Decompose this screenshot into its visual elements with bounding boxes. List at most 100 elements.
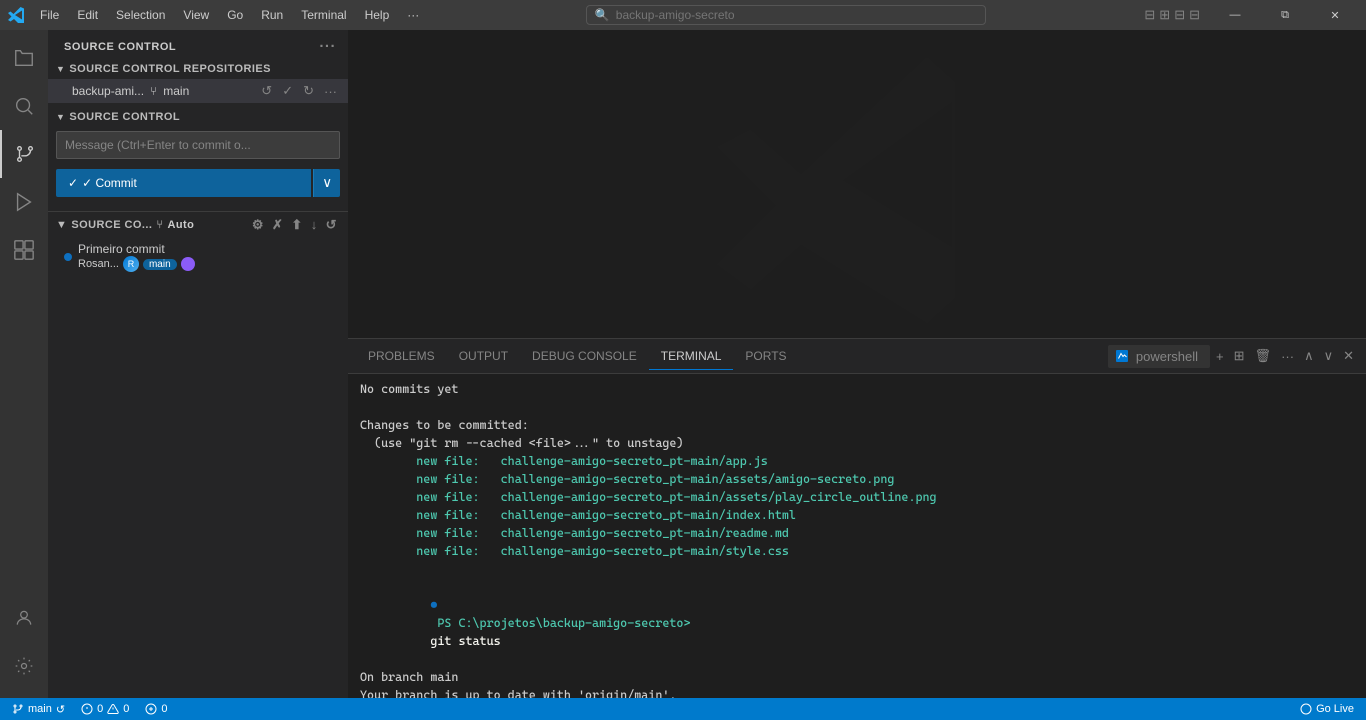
push-action-icon[interactable]: ⬆ xyxy=(288,216,305,234)
repo-row[interactable]: backup-ami... ⑂ main ↺ ✓ ↻ ··· xyxy=(48,79,348,103)
menu-selection[interactable]: Selection xyxy=(108,6,173,24)
more-icon[interactable]: ··· xyxy=(321,83,340,100)
commit-dropdown-button[interactable]: ∨ xyxy=(313,169,340,197)
vscode-watermark xyxy=(348,30,1366,338)
source-control-section[interactable]: ▼ SOURCE CONTROL xyxy=(48,107,348,127)
tab-debug-console[interactable]: DEBUG CONSOLE xyxy=(520,343,649,370)
source-control-bottom-label: SOURCE CO... xyxy=(71,219,152,231)
titlebar: File Edit Selection View Go Run Terminal… xyxy=(0,0,1366,30)
prompt-dot: ● xyxy=(430,598,437,612)
menu-view[interactable]: View xyxy=(175,6,217,24)
search-input[interactable] xyxy=(616,8,977,22)
menu-more[interactable]: ··· xyxy=(399,6,427,24)
chevron-down-icon-2: ▼ xyxy=(56,112,65,122)
terminal-line-up-to-date: Your branch is up to date with 'origin/m… xyxy=(360,686,1354,698)
cmd-text: git status xyxy=(430,634,500,648)
activity-accounts[interactable] xyxy=(0,594,48,642)
split-terminal-icon[interactable]: ⊞ xyxy=(1230,346,1249,366)
repositories-section[interactable]: ▼ SOURCE CONTROL REPOSITORIES xyxy=(48,59,348,79)
activity-explorer[interactable] xyxy=(0,34,48,82)
settings-action-icon[interactable]: ⚙ xyxy=(249,216,267,234)
terminal-line-f2: new file: challenge-amigo-secreto_pt-mai… xyxy=(360,470,1354,488)
refresh-action-icon[interactable]: ↺ xyxy=(323,216,340,234)
sidebar-more-icon[interactable]: ··· xyxy=(319,38,336,55)
sidebar-bottom-section: ▼ SOURCE CO... ⑂ Auto ⚙ ✗ ⬆ ↓ ↺ Primeiro xyxy=(48,211,348,276)
extensions-count-label: 0 xyxy=(161,703,167,715)
close-button[interactable]: ✕ xyxy=(1312,0,1358,30)
activity-debug[interactable] xyxy=(0,178,48,226)
sync-icon[interactable]: ↺ xyxy=(258,82,275,100)
commit-placeholder: Message (Ctrl+Enter to commit o... xyxy=(65,138,251,152)
add-terminal-icon[interactable]: + xyxy=(1212,347,1228,366)
activity-extensions[interactable] xyxy=(0,226,48,274)
refresh-icon[interactable]: ↻ xyxy=(300,82,317,100)
terminal-line-f5: new file: challenge-amigo-secreto_pt-mai… xyxy=(360,524,1354,542)
warnings-label: 0 xyxy=(123,703,129,715)
pull-action-icon[interactable]: ↓ xyxy=(308,216,321,234)
status-errors[interactable]: 0 0 xyxy=(77,698,133,720)
sidebar: SOURCE CONTROL ··· ▼ SOURCE CONTROL REPO… xyxy=(48,30,348,698)
titlebar-right: ⊟ ⊞ ⊟ ⊟ — ⧉ ✕ xyxy=(1144,0,1358,30)
menu-terminal[interactable]: Terminal xyxy=(293,6,354,24)
close-terminal-icon[interactable]: ✕ xyxy=(1339,346,1358,366)
terminal-line-no-commits: No commits yet xyxy=(360,380,1354,398)
menu-go[interactable]: Go xyxy=(219,6,251,24)
tab-output[interactable]: OUTPUT xyxy=(447,343,520,370)
prompt-text: PS C:\projetos\backup-amigo-secreto> xyxy=(430,616,697,630)
commit-meta: Rosan... R main xyxy=(78,256,340,272)
tab-problems[interactable]: PROBLEMS xyxy=(356,343,447,370)
repositories-label: SOURCE CONTROL REPOSITORIES xyxy=(69,63,271,75)
branch-icon: ⑂ xyxy=(150,84,157,98)
sync-status-icon: ↺ xyxy=(56,703,65,716)
terminal-line-unstage: (use "git rm --cached <file>..." to unst… xyxy=(360,434,1354,452)
search-bar[interactable]: 🔍 xyxy=(586,5,986,25)
delete-terminal-icon[interactable]: 🗑 xyxy=(1251,346,1276,366)
expand-terminal-icon[interactable]: ∨ xyxy=(1320,346,1338,366)
powershell-label: powershell xyxy=(1132,347,1202,366)
maximize-button[interactable]: ⧉ xyxy=(1262,0,1308,30)
activity-search[interactable] xyxy=(0,82,48,130)
vscode-logo-bg xyxy=(717,43,997,326)
chevron-down-icon-btn: ∨ xyxy=(322,175,332,190)
status-go-live[interactable]: Go Live xyxy=(1296,698,1358,720)
collapse-terminal-icon[interactable]: ∧ xyxy=(1300,346,1318,366)
titlebar-menu: File Edit Selection View Go Run Terminal… xyxy=(32,6,427,24)
layout-icon3[interactable]: ⊟ xyxy=(1174,7,1185,23)
commit-info: Primeiro commit Rosan... R main xyxy=(78,242,340,272)
menu-file[interactable]: File xyxy=(32,6,67,24)
branch-name: main xyxy=(163,84,189,98)
branch-badge: main xyxy=(143,259,177,270)
status-extensions[interactable]: 0 xyxy=(141,698,171,720)
sidebar-bottom-header[interactable]: ▼ SOURCE CO... ⑂ Auto ⚙ ✗ ⬆ ↓ ↺ xyxy=(48,212,348,238)
activity-source-control[interactable] xyxy=(0,130,48,178)
terminal-line-git-status-cmd: ● PS C:\projetos\backup-amigo-secreto> g… xyxy=(360,578,1354,668)
menu-help[interactable]: Help xyxy=(357,6,398,24)
activity-settings[interactable] xyxy=(0,642,48,690)
terminal-tab-actions: powershell + ⊞ 🗑 ··· ∧ ∨ ✕ xyxy=(1108,345,1358,368)
commit-message-input[interactable]: Message (Ctrl+Enter to commit o... xyxy=(56,131,340,159)
terminal-tabs: PROBLEMS OUTPUT DEBUG CONSOLE TERMINAL P… xyxy=(348,339,1366,374)
clear-action-icon[interactable]: ✗ xyxy=(269,216,286,234)
commit-list-item[interactable]: Primeiro commit Rosan... R main xyxy=(48,238,348,276)
commit-button[interactable]: ✓ ✓ Commit xyxy=(56,169,311,197)
chevron-right-icon: ▼ xyxy=(56,219,67,231)
commit-author: Rosan... xyxy=(78,258,119,270)
terminal-body[interactable]: No commits yet Changes to be committed: … xyxy=(348,374,1366,698)
more-terminal-icon[interactable]: ··· xyxy=(1277,347,1298,366)
sidebar-title: SOURCE CONTROL xyxy=(64,41,176,53)
avatar: R xyxy=(123,256,139,272)
check-icon[interactable]: ✓ xyxy=(279,82,296,100)
layout-icon[interactable]: ⊟ xyxy=(1144,7,1155,23)
source-control-label: SOURCE CONTROL xyxy=(69,111,180,123)
tab-ports[interactable]: PORTS xyxy=(733,343,798,370)
layout-icon2[interactable]: ⊞ xyxy=(1159,7,1170,23)
menu-run[interactable]: Run xyxy=(253,6,291,24)
activity-bar xyxy=(0,30,48,698)
status-right: Go Live xyxy=(1296,698,1358,720)
layout-icon4[interactable]: ⊟ xyxy=(1189,7,1200,23)
minimize-button[interactable]: — xyxy=(1212,0,1258,30)
menu-edit[interactable]: Edit xyxy=(69,6,106,24)
repo-name: backup-ami... xyxy=(72,84,144,98)
tab-terminal[interactable]: TERMINAL xyxy=(649,343,734,370)
status-branch[interactable]: main ↺ xyxy=(8,698,69,720)
